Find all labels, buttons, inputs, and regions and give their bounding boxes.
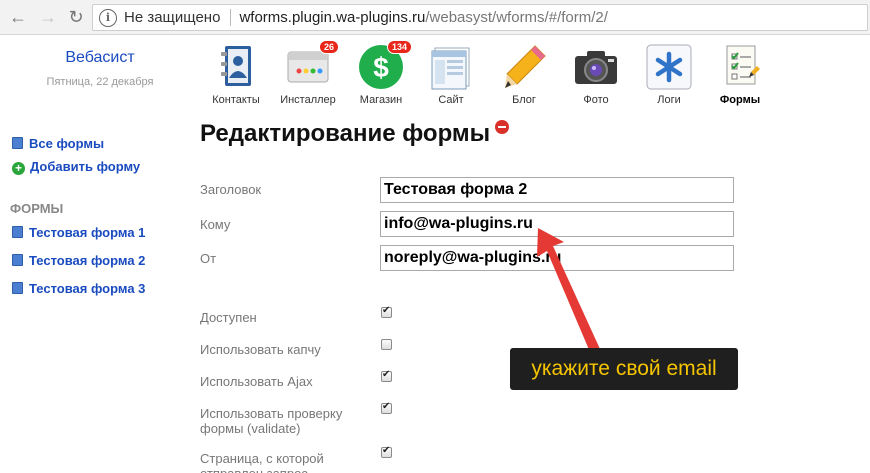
from-email-input[interactable] xyxy=(380,245,734,271)
app-label: Формы xyxy=(719,94,761,106)
forms-icon xyxy=(715,42,765,92)
referer-checkbox[interactable] xyxy=(381,445,392,458)
to-email-input[interactable] xyxy=(380,211,734,237)
url-path: /webasyst/wforms/#/form/2/ xyxy=(425,9,608,26)
site-icon xyxy=(426,42,476,92)
sidebar-item-form-2[interactable]: Тестовая форма 2 xyxy=(12,253,145,268)
app-installer[interactable]: 26 Инсталлер xyxy=(271,40,345,106)
info-icon[interactable]: i xyxy=(99,8,117,27)
sidebar-item-label: Тестовая форма 3 xyxy=(29,281,146,296)
sidebar-item-label: Тестовая форма 1 xyxy=(29,225,146,240)
field-label-title: Заголовок xyxy=(200,182,262,197)
ajax-checkbox[interactable] xyxy=(381,369,392,382)
app-photo[interactable]: Фото xyxy=(559,42,633,106)
app-site[interactable]: Сайт xyxy=(414,42,488,106)
app-shop[interactable]: $ 134 Магазин xyxy=(344,40,418,106)
app-forms[interactable]: Формы xyxy=(703,42,777,106)
form-icon xyxy=(12,282,23,294)
field-label-to: Кому xyxy=(200,217,231,232)
sidebar-item-label: Все формы xyxy=(29,136,105,151)
app-label: Сайт xyxy=(438,94,464,106)
option-label-referer: Страница, с которой отправлен запрос xyxy=(200,451,324,473)
not-secure-label: Не защищено xyxy=(124,9,221,26)
option-label-ajax: Использовать Ajax xyxy=(200,374,313,389)
browser-toolbar: ← → ↻ i Не защищено wforms.plugin.wa-plu… xyxy=(0,0,870,35)
app-label: Блог xyxy=(512,94,536,106)
sidebar-item-add-form[interactable]: + Добавить форму xyxy=(12,159,140,175)
back-arrow-icon[interactable]: ← xyxy=(6,5,30,29)
shop-icon: $ 134 xyxy=(356,40,412,92)
camera-icon xyxy=(571,42,621,92)
contacts-icon xyxy=(211,42,261,92)
current-date: Пятница, 22 декабря xyxy=(46,76,154,88)
option-label-enabled: Доступен xyxy=(200,310,257,325)
app-label: Фото xyxy=(583,94,609,106)
installer-badge: 26 xyxy=(318,40,339,54)
brand-link[interactable]: Вебасист xyxy=(0,49,200,67)
enabled-checkbox[interactable] xyxy=(381,305,392,318)
app-label: Магазин xyxy=(359,94,403,106)
app-label: Контакты xyxy=(212,94,260,106)
option-label-captcha: Использовать капчу xyxy=(200,342,321,357)
form-icon xyxy=(12,226,23,238)
forward-arrow-icon[interactable]: → xyxy=(36,5,60,29)
sidebar-item-label: Добавить форму xyxy=(30,159,141,174)
installer-icon: 26 xyxy=(283,40,339,92)
delete-form-icon[interactable] xyxy=(495,120,510,134)
sidebar-item-all-forms[interactable]: Все формы xyxy=(12,136,104,151)
validate-checkbox[interactable] xyxy=(381,401,392,414)
address-bar[interactable]: i Не защищено wforms.plugin.wa-plugins.r… xyxy=(92,4,868,31)
app-logs[interactable]: Логи xyxy=(632,42,706,106)
blog-pencil-icon xyxy=(499,42,549,92)
form-icon xyxy=(12,137,23,149)
captcha-checkbox[interactable] xyxy=(381,339,392,350)
sidebar-item-label: Тестовая форма 2 xyxy=(29,253,146,268)
logs-asterisk-icon xyxy=(644,42,694,92)
app-label: Инсталлер xyxy=(280,94,336,106)
app-contacts[interactable]: Контакты xyxy=(199,42,273,106)
title-input[interactable] xyxy=(380,177,734,203)
omnibox-divider xyxy=(230,9,232,26)
sidebar-section-title: ФОРМЫ xyxy=(10,201,64,216)
page-title-text: Редактирование формы xyxy=(200,120,491,147)
add-icon: + xyxy=(12,162,25,175)
field-label-from: От xyxy=(200,251,217,266)
reload-icon[interactable]: ↻ xyxy=(64,5,88,29)
app-label: Логи xyxy=(657,94,681,106)
annotation-tooltip: укажите свой email xyxy=(510,348,738,390)
app-blog[interactable]: Блог xyxy=(487,42,561,106)
url-host: wforms.plugin.wa-plugins.ru xyxy=(239,9,426,26)
svg-text:$: $ xyxy=(373,52,389,83)
page-title: Редактирование формы xyxy=(200,120,510,148)
option-label-validate: Использовать проверку формы (validate) xyxy=(200,406,343,436)
sidebar-item-form-3[interactable]: Тестовая форма 3 xyxy=(12,281,145,296)
form-icon xyxy=(12,254,23,266)
shop-badge: 134 xyxy=(386,40,412,54)
sidebar-item-form-1[interactable]: Тестовая форма 1 xyxy=(12,225,145,240)
